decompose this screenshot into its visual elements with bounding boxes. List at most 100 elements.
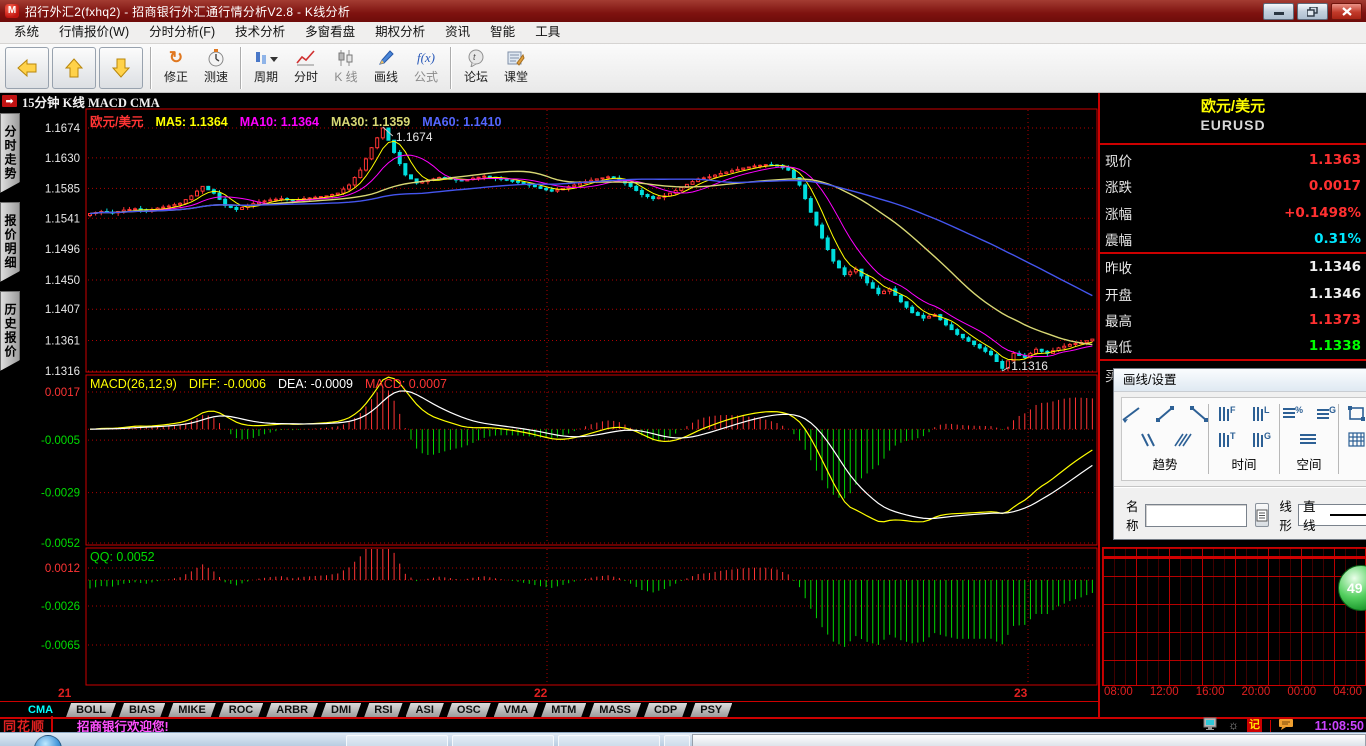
trend-line-icon[interactable] bbox=[1119, 404, 1143, 424]
taskbar-button[interactable] bbox=[346, 735, 448, 746]
macd-legend: MACD(26,12,9) DIFF: -0.0006 DEA: -0.0009 MA… bbox=[90, 377, 459, 391]
indicator-tab-mass[interactable]: MASS bbox=[589, 703, 641, 717]
quote-value: 1.1373 bbox=[1308, 311, 1361, 328]
up-button[interactable] bbox=[52, 47, 96, 89]
close-button[interactable] bbox=[1331, 3, 1362, 20]
menu-item-7[interactable]: 智能 bbox=[480, 22, 525, 43]
gann-lines-icon[interactable]: G bbox=[1314, 404, 1338, 424]
indicator-tab-asi[interactable]: ASI bbox=[406, 703, 444, 717]
line-style-select[interactable]: 直线 bbox=[1298, 500, 1366, 533]
dialog-title[interactable]: 画线/设置 bbox=[1114, 369, 1366, 392]
down-button[interactable] bbox=[99, 47, 143, 89]
indicator-tab-psy[interactable]: PSY bbox=[690, 703, 732, 717]
name-label: 名称 bbox=[1126, 500, 1139, 533]
percent-lines-icon[interactable]: % bbox=[1280, 404, 1304, 424]
indicator-tab-bias[interactable]: BIAS bbox=[119, 703, 165, 717]
indicator-tab-cdp[interactable]: CDP bbox=[644, 703, 687, 717]
window-title: 招行外汇2(fxhq2) - 招商银行外汇通行情分析V2.8 - K线分析 bbox=[25, 4, 351, 19]
fan-lines-icon[interactable] bbox=[1170, 430, 1194, 450]
news-flash-icon[interactable]: 记 bbox=[1247, 719, 1262, 732]
indicator-tab-arbr[interactable]: ARBR bbox=[266, 703, 318, 717]
segment-line-icon[interactable] bbox=[1153, 404, 1177, 424]
menu-item-8[interactable]: 工具 bbox=[525, 22, 570, 43]
kline-button[interactable]: K 线 bbox=[326, 45, 366, 91]
space-tool-group: % G 空间 bbox=[1280, 398, 1338, 480]
minimize-button[interactable] bbox=[1263, 3, 1294, 20]
svg-text:-0.0052: -0.0052 bbox=[41, 538, 80, 550]
indicator-tab-vma[interactable]: VMA bbox=[494, 703, 538, 717]
indicator-tab-dmi[interactable]: DMI bbox=[321, 703, 361, 717]
time-label: 16:00 bbox=[1195, 686, 1225, 698]
time-label: 00:00 bbox=[1287, 686, 1317, 698]
svg-text:21: 21 bbox=[58, 686, 72, 700]
name-input[interactable] bbox=[1144, 503, 1247, 527]
down-line-icon[interactable] bbox=[1187, 404, 1211, 424]
formula-button[interactable]: f(x) 公式 bbox=[406, 45, 446, 91]
menu-item-3[interactable]: 技术分析 bbox=[225, 22, 295, 43]
forum-button[interactable]: t 论坛 bbox=[456, 45, 496, 91]
indicator-tab-mtm[interactable]: MTM bbox=[541, 703, 586, 717]
menu-item-0[interactable]: 系统 bbox=[4, 22, 49, 43]
menu-item-1[interactable]: 行情报价(W) bbox=[49, 22, 139, 43]
legend-item: MA10: 1.1364 bbox=[239, 115, 319, 129]
indicator-tab-boll[interactable]: BOLL bbox=[66, 703, 116, 717]
draw-line-button[interactable]: 画线 bbox=[366, 45, 406, 91]
speed-test-button[interactable]: 测速 bbox=[196, 45, 236, 91]
taskbar-button[interactable] bbox=[664, 735, 690, 746]
status-clock: 11:08:50 bbox=[1314, 718, 1364, 733]
indicator-tab-mike[interactable]: MIKE bbox=[168, 703, 216, 717]
time-label: 08:00 bbox=[1104, 686, 1133, 698]
gann-time-icon[interactable]: G bbox=[1249, 430, 1273, 450]
rectangle-icon[interactable] bbox=[1345, 404, 1366, 424]
quote-row-0: 现价 1.1363 bbox=[1100, 147, 1366, 173]
restore-button[interactable] bbox=[1297, 3, 1328, 20]
indicator-tab-osc[interactable]: OSC bbox=[447, 703, 491, 717]
quote-value: 0.31% bbox=[1314, 231, 1361, 248]
workspace: ➡ 15分钟 K线 MACD CMA 分时走势 报价明细 历史报价 1.1674 1.… bbox=[0, 93, 1366, 717]
quote-label: 最低 bbox=[1105, 340, 1132, 356]
period-button[interactable]: 周期 bbox=[246, 45, 286, 91]
notes-button[interactable] bbox=[1254, 503, 1270, 527]
svg-text:1.1496: 1.1496 bbox=[45, 244, 80, 256]
revise-button[interactable]: ↻ 修正 bbox=[156, 45, 196, 91]
background-window-edge[interactable] bbox=[692, 734, 1366, 746]
svg-text:1.1585: 1.1585 bbox=[45, 183, 80, 195]
horizontal-lines-icon[interactable] bbox=[1297, 430, 1321, 450]
t-time-icon[interactable]: T bbox=[1215, 430, 1239, 450]
grid-icon[interactable] bbox=[1345, 430, 1366, 450]
menu-item-5[interactable]: 期权分析 bbox=[365, 22, 435, 43]
svg-text:-0.0005: -0.0005 bbox=[41, 435, 80, 447]
taskbar bbox=[0, 732, 1366, 746]
indicator-tab-roc[interactable]: ROC bbox=[219, 703, 263, 717]
line-chart-icon bbox=[296, 46, 316, 70]
legend-item: DEA: -0.0009 bbox=[277, 377, 354, 391]
menu-item-4[interactable]: 多窗看盘 bbox=[295, 22, 365, 43]
parallel-lines-icon[interactable] bbox=[1136, 430, 1160, 450]
indicator-tab-rsi[interactable]: RSI bbox=[364, 703, 402, 717]
menubar: 系统 行情报价(W) 分时分析(F) 技术分析 多窗看盘 期权分析 资讯 智能 工具 bbox=[0, 22, 1366, 44]
start-orb[interactable] bbox=[34, 735, 62, 746]
fibo-time-icon[interactable]: F bbox=[1215, 404, 1239, 424]
brightness-icon[interactable]: ☼ bbox=[1228, 719, 1239, 732]
svg-text:G: G bbox=[1264, 431, 1271, 441]
menu-item-6[interactable]: 资讯 bbox=[435, 22, 480, 43]
kline-chart[interactable]: 1.1674 1.1316 1.1674 1.1630 1.1585 1.1541 1.14… bbox=[0, 93, 1100, 717]
legend-item: MA30: 1.1359 bbox=[330, 115, 411, 129]
candlestick-icon bbox=[337, 46, 355, 70]
indicator-tab-cma[interactable]: CMA bbox=[18, 703, 63, 717]
quote-label: 涨跌 bbox=[1105, 180, 1132, 196]
quote-row-6: 最高 1.1373 bbox=[1100, 307, 1366, 333]
menu-item-2[interactable]: 分时分析(F) bbox=[139, 22, 225, 43]
lucas-time-icon[interactable]: L bbox=[1249, 404, 1273, 424]
draw-settings-dialog: 画线/设置 趋势 F L T G 时间 % G 空间 名称 线形 直线 bbox=[1113, 368, 1366, 540]
quote-value: 1.1346 bbox=[1308, 285, 1361, 302]
period-icon bbox=[254, 46, 278, 70]
indicator-tab-strip: CMA BOLL BIAS MIKE ROC ARBR DMI RSI ASI OSC VMA MTM… bbox=[0, 701, 1100, 717]
classroom-icon bbox=[507, 46, 525, 70]
intraday-button[interactable]: 分时 bbox=[286, 45, 326, 91]
classroom-button[interactable]: 课堂 bbox=[496, 45, 536, 91]
taskbar-button[interactable] bbox=[558, 735, 660, 746]
taskbar-button[interactable] bbox=[452, 735, 554, 746]
back-button[interactable] bbox=[5, 47, 49, 89]
arrow-left-icon bbox=[17, 58, 37, 78]
